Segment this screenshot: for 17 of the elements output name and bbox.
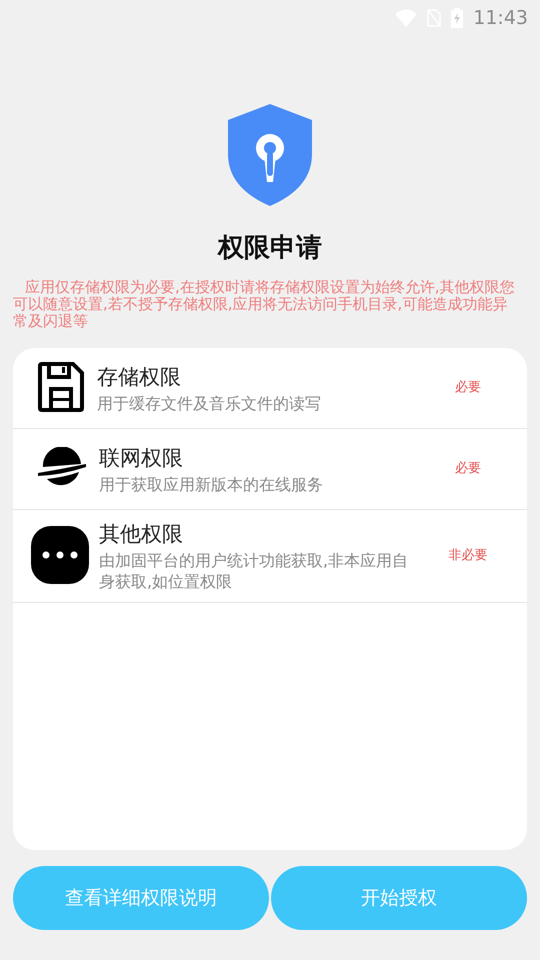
permission-name: 其他权限 [99, 521, 184, 548]
action-button[interactable]: 开始授权 [271, 866, 527, 930]
page-title: 权限申请 [218, 232, 322, 265]
permission-description: 由加固平台的用户统计功能获取,非本应用自身获取,如位置权限 [99, 550, 410, 592]
permission-name: 联网权限 [99, 444, 184, 472]
permission-requirement: 必要 [454, 379, 482, 396]
battery-charging-icon [451, 8, 464, 28]
notice-text: 应用仅存储权限为必要,在授权时请将存储权限设置为始终允许,其他权限您可以随意设置,若不授予存储权限,应用将无法访问手机目录,可能造成功能异常及闪退等 [12, 279, 516, 330]
permission-requirement: 非必要 [448, 547, 488, 564]
permission-description: 用于缓存文件及音乐文件的读写 [97, 392, 322, 414]
more-options-icon [31, 526, 89, 584]
status-time: 11:43 [473, 7, 528, 29]
permission-description: 用于获取应用新版本的在线服务 [99, 474, 324, 494]
action-button[interactable]: 查看详细权限说明 [13, 866, 269, 930]
shield-keyhole-icon [228, 104, 312, 206]
permission-requirement: 必要 [454, 460, 482, 477]
permission-name: 存储权限 [97, 364, 182, 390]
